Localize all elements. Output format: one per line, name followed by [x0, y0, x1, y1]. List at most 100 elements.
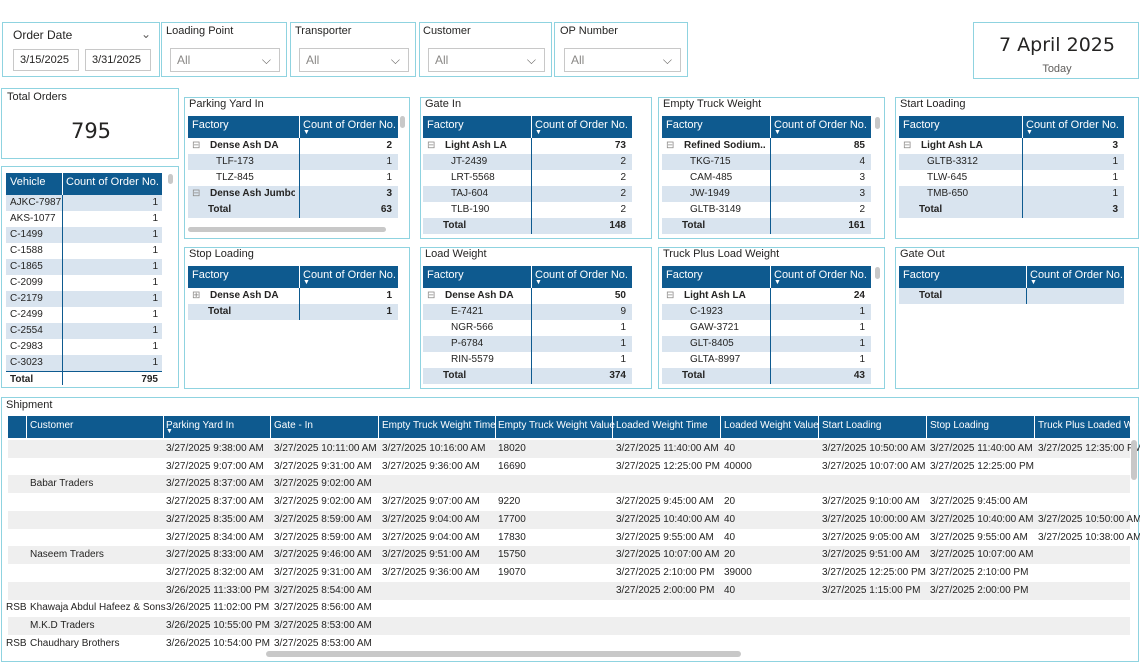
vehicle-cell: C-2179 — [10, 293, 43, 304]
col-factory[interactable]: Factory — [192, 119, 229, 131]
matrix-hscrollbar[interactable] — [188, 227, 386, 232]
transporter-dropdown[interactable]: All ⌵ — [299, 48, 409, 72]
factory-cell: NGR-566 — [451, 322, 494, 333]
cell: 3/27/2025 11:40:00 AM — [616, 443, 719, 454]
table-row: 3/27/2025 8:34:00 AM 3/27/2025 8:59:00 AM… — [8, 529, 1140, 547]
count-cell: 1 — [152, 197, 158, 208]
col-factory[interactable]: Factory — [427, 269, 464, 281]
factory-cell: Dense Ash Jumbo — [210, 188, 295, 199]
cell: 17830 — [498, 531, 526, 543]
gate-in-matrix: Factory Count of Order No. ▼ ⊟ Light Ash LA 7… — [423, 116, 632, 236]
col-count[interactable]: Count of Order No. — [535, 269, 628, 281]
loading-point-dropdown[interactable]: All ⌵ — [170, 48, 280, 72]
expand-icon[interactable]: ⊟ — [427, 290, 435, 301]
cell: 3/27/2025 8:37:00 AM — [166, 496, 264, 508]
vehicle-cell: C-3023 — [10, 357, 43, 368]
count-cell: 1 — [859, 306, 865, 317]
customer-slicer: Customer All ⌵ — [419, 22, 552, 77]
col-factory[interactable]: Factory — [666, 269, 703, 281]
matrix-vscrollbar[interactable] — [875, 117, 880, 129]
table-row: TLB-190 2 — [423, 202, 632, 218]
sort-icon: ▼ — [303, 279, 310, 286]
expand-icon[interactable]: ⊟ — [666, 140, 674, 151]
customer-dropdown[interactable]: All ⌵ — [428, 48, 545, 72]
col-count[interactable]: Count of Order No. — [774, 119, 867, 131]
matrix-vscrollbar[interactable] — [400, 116, 405, 128]
shipment-title: Shipment — [6, 399, 53, 411]
count-cell: 2 — [386, 140, 392, 151]
count-cell: 1 — [859, 338, 865, 349]
col-factory[interactable]: Factory — [192, 269, 229, 281]
count-cell: 2 — [620, 204, 626, 215]
factory-cell: Light Ash LA — [921, 140, 983, 151]
col-vehicle[interactable]: Vehicle — [10, 176, 45, 188]
expand-icon[interactable]: ⊟ — [427, 140, 435, 151]
matrix-header: Factory Count of Order No. ▼ — [423, 116, 632, 138]
col-count[interactable]: Count of Order No. — [66, 176, 159, 188]
cell: 3/27/2025 9:38:00 AM — [166, 443, 264, 454]
cell: 3/27/2025 10:07:00 AM — [616, 549, 720, 561]
factory-cell: TAJ-604 — [451, 188, 489, 199]
cell: 3/27/2025 9:46:00 AM — [274, 549, 372, 561]
table-row: LRT-5568 2 — [423, 170, 632, 186]
factory-cell: JT-2439 — [451, 156, 488, 167]
col-loaded-weight-value[interactable]: Loaded Weight Value — [724, 420, 819, 431]
total-label: Total — [919, 290, 943, 301]
col-empty-truck-value[interactable]: Empty Truck Weight Value — [498, 420, 615, 431]
shipment-hscrollbar[interactable] — [266, 651, 741, 657]
col-count[interactable]: Count of Order No. — [1026, 119, 1119, 131]
expand-icon[interactable]: ⊞ — [192, 290, 200, 301]
col-factory[interactable]: Factory — [903, 269, 940, 281]
table-row: C-1588 1 — [6, 243, 162, 259]
cell: 3/27/2025 9:07:00 AM — [166, 460, 264, 472]
total-value: 161 — [848, 220, 865, 231]
expand-icon[interactable]: ⊟ — [903, 140, 911, 151]
col-count[interactable]: Count of Order No. — [535, 119, 628, 131]
col-factory[interactable]: Factory — [666, 119, 703, 131]
col-factory[interactable]: Factory — [427, 119, 464, 131]
count-cell: 1 — [1112, 172, 1118, 183]
factory-cell: RIN-5579 — [451, 354, 494, 365]
table-row: GLTB-3312 1 — [899, 154, 1124, 170]
total-row: Total 63 — [188, 202, 398, 218]
vehicle-scrollbar[interactable] — [168, 174, 173, 184]
table-row: ⊟ Light Ash LA 73 — [423, 138, 632, 154]
cell: 3/27/2025 9:02:00 AM — [274, 496, 372, 508]
col-count[interactable]: Count of Order No. — [303, 269, 396, 281]
expand-icon[interactable]: ⊟ — [192, 140, 200, 151]
total-row: Total — [899, 288, 1124, 304]
expand-icon[interactable]: ⊟ — [192, 188, 200, 199]
count-cell: 1 — [152, 357, 158, 368]
cell: Babar Traders — [30, 478, 94, 490]
expand-icon[interactable]: ⊟ — [666, 290, 674, 301]
op-number-dropdown[interactable]: All ⌵ — [564, 48, 681, 72]
cell: 3/27/2025 8:32:00 AM — [166, 566, 264, 578]
date-to-input[interactable]: 3/31/2025 — [85, 49, 151, 71]
factory-cell: CAM-485 — [690, 172, 733, 183]
shipment-vscrollbar[interactable] — [1131, 440, 1137, 480]
col-start-loading[interactable]: Start Loading — [822, 420, 882, 431]
cell: 40 — [724, 513, 736, 525]
col-count[interactable]: Count of Order No. — [774, 269, 867, 281]
col-parking-yard-in[interactable]: Parking Yard In — [166, 420, 234, 431]
factory-cell: TMB-650 — [927, 188, 969, 199]
factory-cell: TLW-645 — [927, 172, 968, 183]
col-factory[interactable]: Factory — [903, 119, 940, 131]
count-cell: 1 — [1112, 188, 1118, 199]
col-stop-loading[interactable]: Stop Loading — [930, 420, 989, 431]
col-gate-in[interactable]: Gate - In — [274, 420, 313, 431]
col-loaded-weight-time[interactable]: Loaded Weight Time — [616, 420, 708, 431]
date-from-input[interactable]: 3/15/2025 — [13, 49, 79, 71]
gate-in-title: Gate In — [425, 98, 462, 110]
cell: 15750 — [498, 549, 526, 561]
col-count[interactable]: Count of Order No. — [303, 119, 396, 131]
col-customer[interactable]: Customer — [30, 420, 73, 431]
col-count[interactable]: Count of Order No. — [1030, 269, 1123, 281]
col-truck-plus-loaded[interactable]: Truck Plus Loaded We — [1038, 420, 1139, 431]
factory-cell: P-6784 — [451, 338, 484, 349]
total-orders-value: 795 — [70, 119, 112, 143]
matrix-vscrollbar[interactable] — [875, 267, 880, 279]
chevron-down-icon[interactable]: ⌄ — [141, 27, 151, 41]
table-row: 3/27/2025 8:37:00 AM 3/27/2025 9:02:00 AM… — [8, 493, 1130, 511]
col-empty-truck-time[interactable]: Empty Truck Weight Time — [382, 420, 496, 431]
